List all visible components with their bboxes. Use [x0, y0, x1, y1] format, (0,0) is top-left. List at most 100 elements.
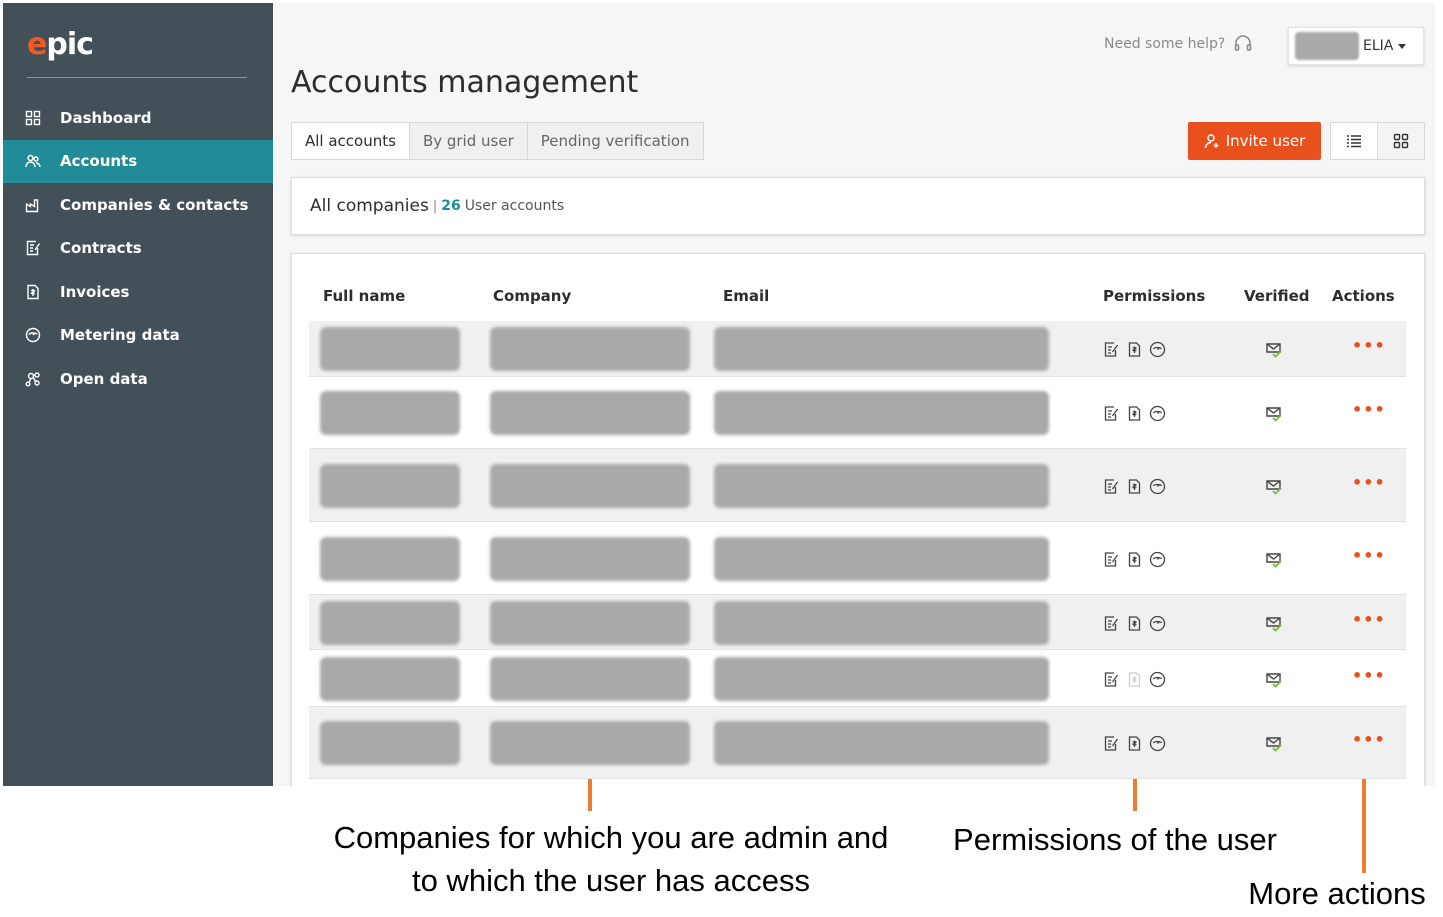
permissions-cell	[1103, 405, 1166, 422]
email-cell	[714, 721, 1049, 765]
sidebar-item-open-data[interactable]: Open data	[3, 357, 273, 401]
column-header-actions: Actions	[1332, 287, 1395, 305]
invoice-permission-icon	[1126, 478, 1143, 495]
email-cell	[714, 657, 1049, 701]
view-toggle	[1330, 122, 1425, 160]
company-cell	[490, 657, 690, 701]
metering-permission-icon	[1149, 551, 1166, 568]
annotation-pointer-actions	[1362, 779, 1366, 873]
dashboard-grid-icon	[25, 110, 41, 126]
more-actions-button[interactable]: •••	[1352, 668, 1386, 684]
table-row[interactable]: •••	[309, 707, 1406, 779]
users-icon	[25, 153, 41, 169]
sidebar-item-contracts[interactable]: Contracts	[3, 227, 273, 271]
sidebar-item-metering[interactable]: Metering data	[3, 314, 273, 358]
help-text: Need some help?	[1104, 36, 1226, 52]
metering-permission-icon	[1149, 478, 1166, 495]
account-tabs: All accounts By grid user Pending verifi…	[291, 122, 704, 160]
companies-separator: |	[432, 198, 438, 214]
verified-mail-icon	[1265, 615, 1283, 637]
add-user-icon	[1204, 134, 1219, 149]
sidebar-item-label: Accounts	[60, 152, 138, 171]
company-cell	[490, 537, 690, 581]
headset-icon	[1234, 35, 1252, 51]
email-cell	[714, 327, 1049, 371]
help-link[interactable]: Need some help?	[1104, 34, 1253, 54]
email-cell	[714, 464, 1049, 508]
sidebar-item-invoices[interactable]: Invoices	[3, 270, 273, 314]
full-name-cell	[320, 464, 460, 508]
companies-title: All companies	[310, 196, 429, 216]
sidebar-item-label: Open data	[60, 369, 148, 388]
invite-user-button[interactable]: Invite user	[1188, 122, 1321, 160]
companies-filter-bar[interactable]: All companies | 26 User accounts	[291, 177, 1425, 235]
sidebar-item-dashboard[interactable]: Dashboard	[3, 96, 273, 140]
table-row[interactable]: •••	[309, 449, 1406, 522]
verified-mail-icon	[1265, 551, 1283, 573]
contract-permission-icon	[1103, 478, 1120, 495]
permissions-cell	[1103, 735, 1166, 752]
user-account-count: 26	[441, 198, 461, 214]
full-name-cell	[320, 537, 460, 581]
user-menu-button[interactable]: ELIA	[1288, 27, 1424, 65]
epic-logo[interactable]: epic	[27, 27, 94, 62]
table-row[interactable]: •••	[309, 321, 1406, 377]
sidebar-item-label: Contracts	[60, 239, 142, 258]
tab-by-grid-user[interactable]: By grid user	[410, 123, 528, 159]
invoice-permission-icon	[1126, 735, 1143, 752]
annotation-companies: Companies for which you are admin and to…	[333, 820, 889, 898]
contract-permission-icon	[1103, 551, 1120, 568]
more-actions-button[interactable]: •••	[1352, 475, 1386, 491]
verified-mail-icon	[1265, 671, 1283, 693]
sidebar-item-label: Metering data	[60, 326, 180, 345]
tab-all-accounts[interactable]: All accounts	[292, 123, 410, 159]
company-cell	[490, 391, 690, 435]
column-header-full-name[interactable]: Full name	[323, 287, 405, 305]
list-view-button[interactable]	[1331, 123, 1378, 159]
more-actions-button[interactable]: •••	[1352, 612, 1386, 628]
column-header-company[interactable]: Company	[493, 287, 571, 305]
sidebar-item-label: Dashboard	[60, 108, 152, 127]
invoice-permission-icon	[1126, 551, 1143, 568]
column-header-email[interactable]: Email	[723, 287, 769, 305]
meter-gauge-icon	[25, 327, 41, 343]
sidebar-item-label: Invoices	[60, 282, 130, 301]
table-row[interactable]: •••	[309, 650, 1406, 707]
chevron-down-icon	[1398, 43, 1407, 49]
user-name: ELIA	[1363, 38, 1394, 54]
sidebar-nav: Dashboard Accounts Companies & contacts …	[3, 96, 273, 401]
invoice-permission-icon	[1126, 671, 1143, 688]
full-name-cell	[320, 601, 460, 645]
more-actions-button[interactable]: •••	[1352, 338, 1386, 354]
table-row[interactable]: •••	[309, 595, 1406, 650]
grid-view-button[interactable]	[1378, 123, 1424, 159]
metering-permission-icon	[1149, 615, 1166, 632]
company-cell	[490, 721, 690, 765]
metering-permission-icon	[1149, 735, 1166, 752]
open-data-icon	[25, 371, 41, 387]
full-name-cell	[320, 327, 460, 371]
logo-divider	[27, 77, 247, 78]
grid-icon	[1393, 133, 1409, 149]
column-header-permissions: Permissions	[1103, 287, 1206, 305]
email-cell	[714, 601, 1049, 645]
page-title: Accounts management	[291, 65, 639, 100]
verified-mail-icon	[1265, 405, 1283, 427]
permissions-cell	[1103, 615, 1166, 632]
tab-pending-verification[interactable]: Pending verification	[528, 123, 703, 159]
permissions-cell	[1103, 341, 1166, 358]
sidebar-item-accounts[interactable]: Accounts	[3, 139, 273, 183]
invoice-permission-icon	[1126, 615, 1143, 632]
more-actions-button[interactable]: •••	[1352, 732, 1386, 748]
table-row[interactable]: •••	[309, 522, 1406, 595]
company-cell	[490, 327, 690, 371]
sidebar: epic Dashboard Accounts Companies & cont…	[3, 3, 273, 786]
table-row[interactable]: •••	[309, 377, 1406, 449]
more-actions-button[interactable]: •••	[1352, 402, 1386, 418]
permissions-cell	[1103, 671, 1166, 688]
more-actions-button[interactable]: •••	[1352, 548, 1386, 564]
factory-icon	[25, 197, 41, 213]
verified-mail-icon	[1265, 341, 1283, 363]
permissions-cell	[1103, 551, 1166, 568]
sidebar-item-companies[interactable]: Companies & contacts	[3, 183, 273, 227]
